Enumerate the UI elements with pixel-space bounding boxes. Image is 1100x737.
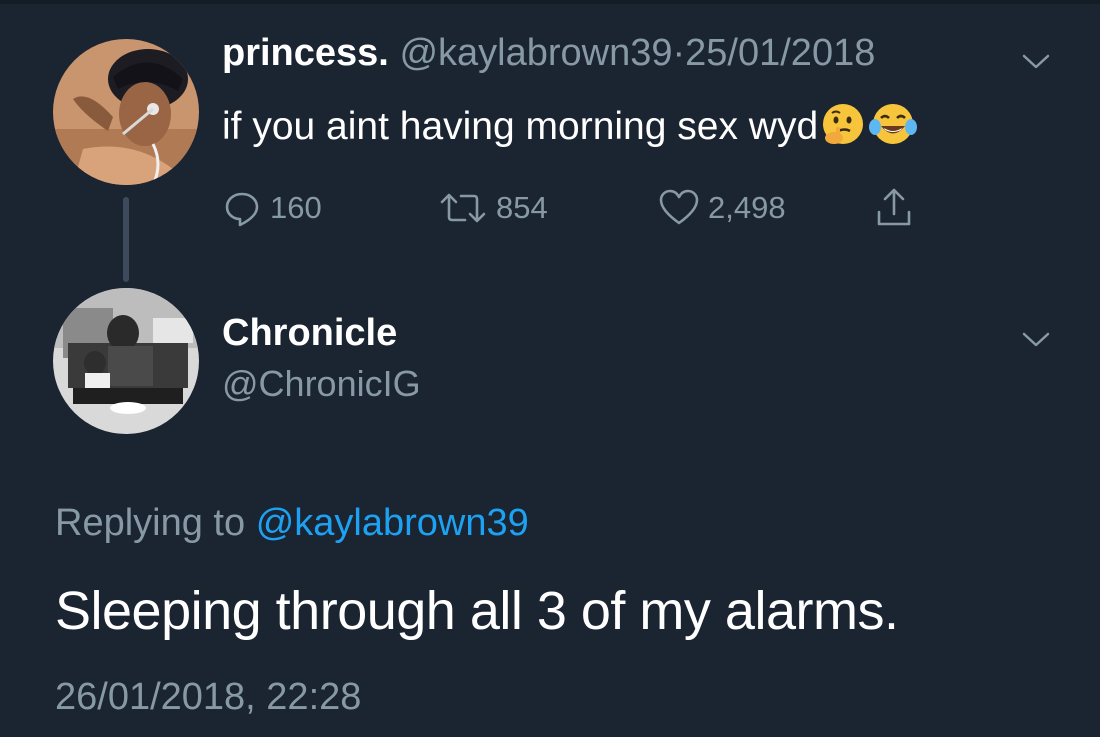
reply-tweet-text: Sleeping through all 3 of my alarms.	[55, 581, 899, 641]
avatar-chronicle[interactable]	[53, 288, 199, 434]
retweet-count: 854	[496, 190, 548, 225]
original-handle[interactable]: @kaylabrown39	[399, 32, 672, 74]
original-date[interactable]: 25/01/2018	[685, 32, 875, 74]
reply-handle[interactable]: @ChronicIG	[222, 363, 421, 405]
like-button[interactable]: 2,498	[658, 186, 786, 230]
share-button[interactable]	[874, 186, 922, 230]
original-tweet-body: if you aint having morning sex wyd	[222, 105, 819, 148]
header-separator: ·	[672, 32, 686, 74]
reply-display-name[interactable]: Chronicle	[222, 312, 397, 355]
thinking-face-icon	[820, 101, 866, 157]
original-tweet-header: princess. @kaylabrown39·25/01/2018	[222, 32, 875, 75]
top-divider	[0, 0, 1100, 4]
heart-icon	[659, 189, 699, 225]
original-display-name[interactable]: princess.	[222, 32, 389, 74]
reply-button[interactable]: 160	[222, 186, 322, 230]
reply-count: 160	[270, 190, 322, 225]
retweet-icon	[440, 193, 486, 223]
replying-mention-link[interactable]: @kaylabrown39	[256, 502, 529, 544]
like-count: 2,498	[708, 190, 786, 225]
replying-prefix: Replying to	[55, 502, 246, 544]
share-icon	[877, 188, 911, 226]
original-tweet-text: if you aint having morning sex wyd	[222, 101, 918, 157]
retweet-button[interactable]: 854	[438, 186, 548, 230]
replying-to-line: Replying to @kaylabrown39	[55, 502, 529, 545]
avatar-princess[interactable]	[53, 39, 199, 185]
thread-connector-line	[123, 197, 129, 282]
reply-timestamp[interactable]: 26/01/2018, 22:28	[55, 676, 361, 719]
face-with-tears-of-joy-icon	[868, 101, 918, 157]
chevron-down-icon[interactable]	[1020, 52, 1052, 72]
reply-icon	[225, 192, 259, 227]
chevron-down-icon[interactable]	[1020, 330, 1052, 350]
